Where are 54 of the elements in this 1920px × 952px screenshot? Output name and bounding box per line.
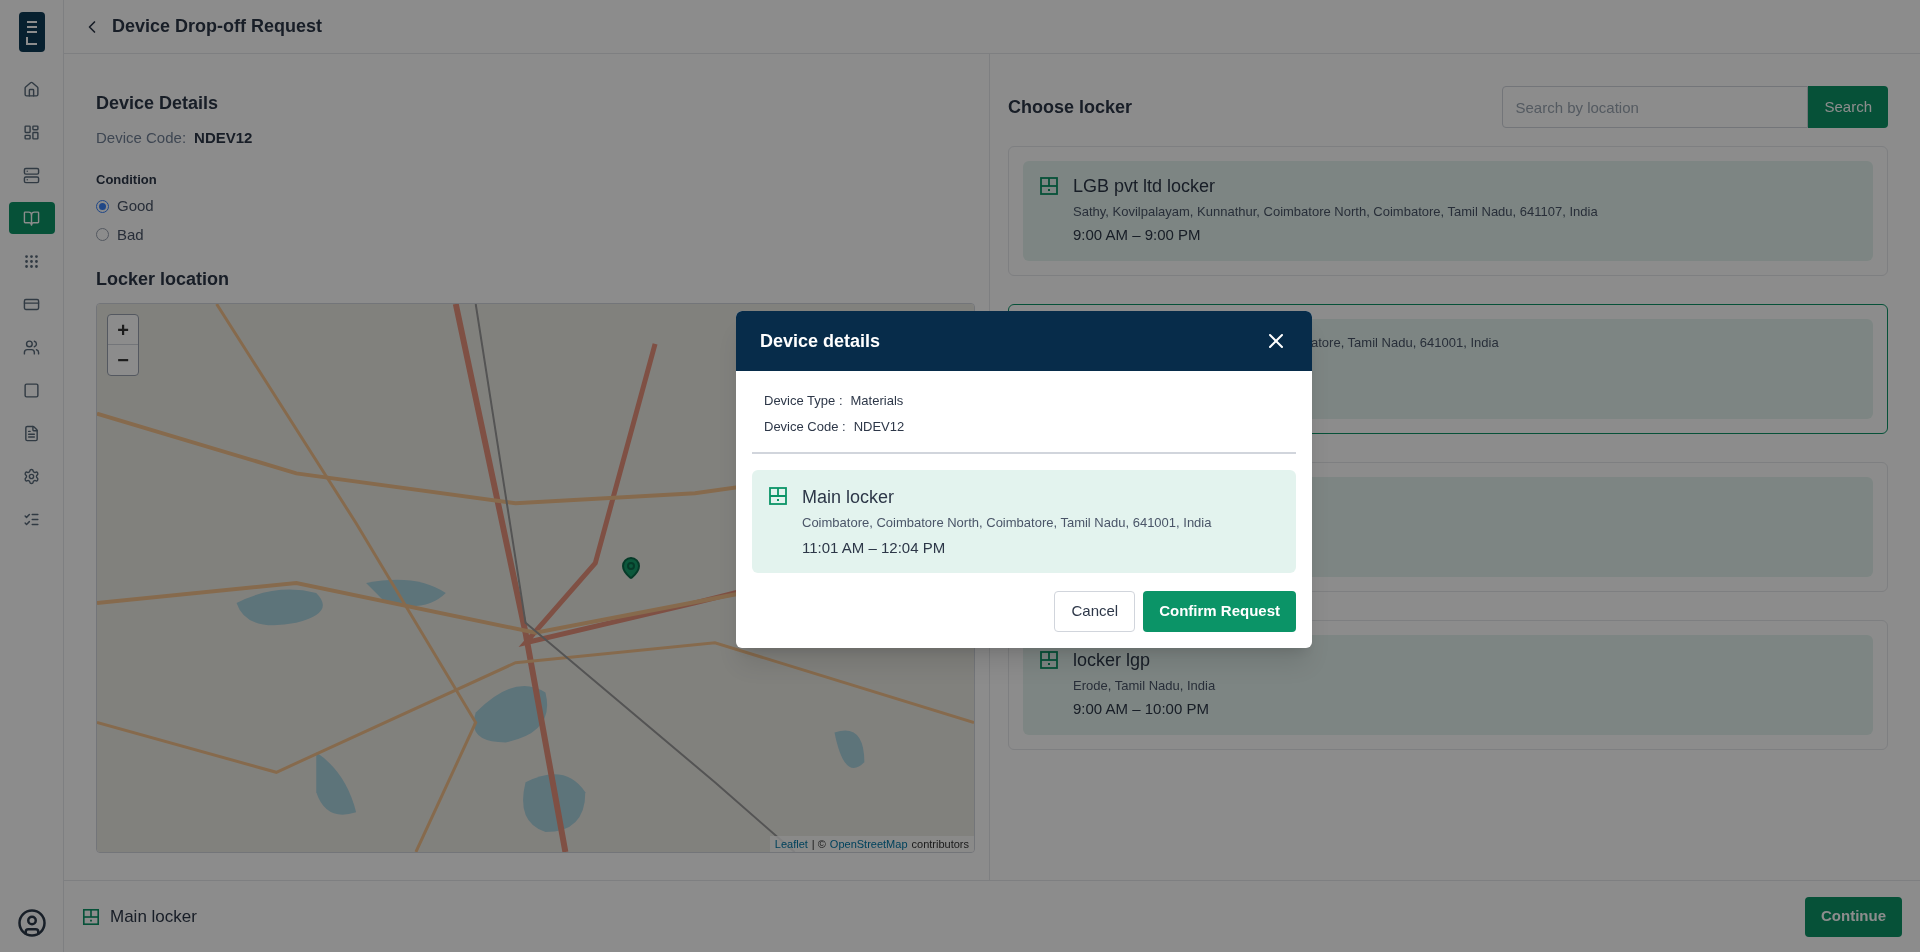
locker-icon: [82, 907, 100, 926]
section-title: Choose locker: [1008, 95, 1133, 119]
home-icon: [23, 80, 40, 98]
search-field[interactable]: Search by location: [1502, 86, 1809, 128]
section-title: Device Details: [96, 92, 220, 115]
sidebar-item[interactable]: [8, 202, 55, 234]
locker-hours: 9:00 AM – 9:00 PM: [1073, 224, 1202, 245]
leaflet-link[interactable]: Leaflet: [774, 835, 808, 852]
grid-icon: [23, 252, 40, 270]
book-icon: [23, 209, 40, 227]
locker-name: Main locker: [802, 486, 896, 509]
section-title: Locker location: [96, 268, 231, 291]
attribution-text: contributors: [911, 836, 969, 852]
settings-icon: [23, 467, 40, 485]
locker-hours: 11:01 AM – 12:04 PM: [802, 537, 947, 558]
locker-card[interactable]: LGB pvt ltd locker Sathy, Kovilpalayam, Kunnathur, Coimbatore North, Coimbatore, Tamil Nadu, 641107, India 9:00 AM – 9:00 PM: [1008, 146, 1888, 276]
server-icon: [23, 166, 40, 184]
field-value: NDEV12: [853, 417, 905, 436]
field-label: Device Code :: [764, 417, 846, 436]
locker-address: atore, Tamil Nadu, 641001, India: [1311, 334, 1499, 352]
locker-name: locker lgp: [1073, 649, 1152, 672]
device-code-label: Device Code:: [96, 128, 187, 148]
condition-label: Condition: [96, 170, 158, 189]
page-title: Device Drop-off Request: [112, 15, 323, 38]
locker-name: LGB pvt ltd locker: [1073, 175, 1217, 198]
logo-icon: [18, 12, 45, 52]
locker-icon: [768, 486, 788, 506]
locker-address: Erode, Tamil Nadu, India: [1073, 677, 1216, 695]
zoom-in-button[interactable]: +: [108, 315, 138, 345]
device-code-value: NDEV12: [194, 128, 253, 148]
cancel-button[interactable]: Cancel: [1054, 591, 1136, 632]
locker-icon: [1039, 650, 1059, 670]
confirm-request-button[interactable]: Confirm Request: [1143, 591, 1296, 632]
locker-hours: 9:00 AM – 10:00 PM: [1073, 698, 1210, 719]
search-button[interactable]: Search: [1808, 86, 1888, 128]
field-value: Materials: [850, 392, 904, 410]
locker-card[interactable]: locker lgp Erode, Tamil Nadu, India 9:00 AM – 10:00 PM: [1008, 620, 1888, 750]
locker-icon: [1039, 176, 1059, 196]
condition-radio[interactable]: Bad: [96, 223, 144, 246]
openstreetmap-link[interactable]: OpenStreetMap: [829, 835, 908, 852]
users-icon: [23, 338, 40, 356]
condition-radio[interactable]: Good: [96, 195, 154, 218]
locker-address: Sathy, Kovilpalayam, Kunnathur, Coimbatore North, Coimbatore, Tamil Nadu, 641107, India: [1073, 203, 1598, 221]
continue-button[interactable]: Continue: [1805, 896, 1902, 937]
zoom-out-button[interactable]: −: [108, 345, 138, 375]
selected-locker-name: Main locker: [110, 905, 197, 928]
square-icon: [23, 381, 40, 399]
map-pin-icon[interactable]: [619, 556, 643, 580]
field-label: Device Type :: [764, 392, 843, 410]
document-icon: [23, 424, 40, 442]
attribution-separator: | ©: [811, 836, 826, 852]
user-avatar-icon[interactable]: [16, 908, 47, 938]
dialog-title: Device details: [760, 329, 881, 353]
dashboard-icon: [23, 123, 40, 141]
